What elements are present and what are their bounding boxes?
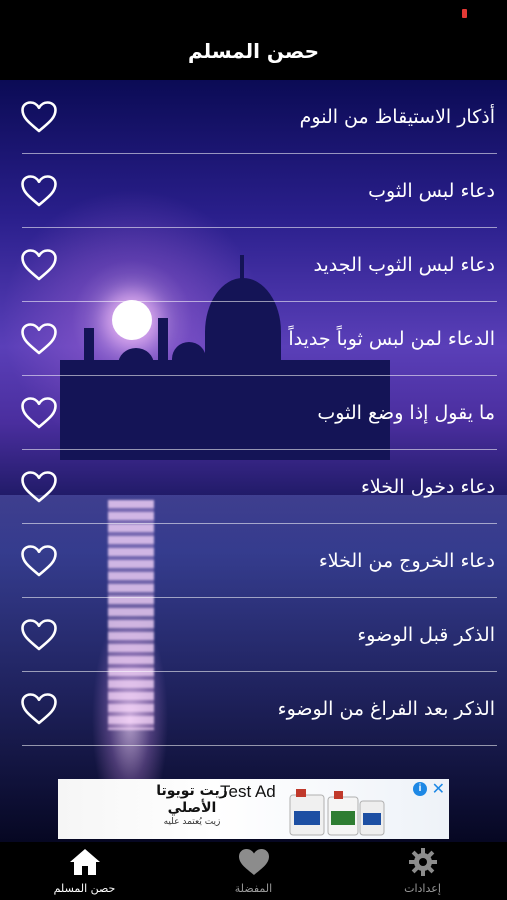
list-item-label: دعاء دخول الخلاء <box>360 476 495 498</box>
list-item-label: دعاء لبس الثوب <box>368 180 495 202</box>
ad-info-icon[interactable]: i <box>413 782 427 796</box>
content-area[interactable]: أذكار الاستيقاظ من النوم دعاء لبس الثوب دع… <box>0 80 507 842</box>
favorite-heart-icon[interactable] <box>20 618 58 652</box>
list-item[interactable]: دعاء لبس الثوب <box>0 154 507 228</box>
tab-home-label: حصن المسلم <box>53 882 116 895</box>
favorite-heart-icon[interactable] <box>20 100 58 134</box>
app-header: حصن المسلم <box>0 22 507 80</box>
ad-close-icon[interactable]: ✕ <box>432 779 445 799</box>
ad-banner[interactable]: زيت تويوتا الأصلي زيت يُعتمد عليه Test A… <box>58 779 449 839</box>
ad-label: Test Ad <box>220 782 276 801</box>
list-item[interactable]: الذكر قبل الوضوء <box>0 598 507 672</box>
ad-brand-line2: الأصلي <box>167 800 217 816</box>
list-item-label: الذكر بعد الفراغ من الوضوء <box>277 698 495 720</box>
favorite-heart-icon[interactable] <box>20 396 58 430</box>
page-title: حصن المسلم <box>187 39 320 63</box>
favorite-heart-icon[interactable] <box>20 470 58 504</box>
battery-icon <box>462 9 467 18</box>
gear-icon <box>408 848 437 876</box>
list-item[interactable]: أذكار الاستيقاظ من النوم <box>0 80 507 154</box>
favorite-heart-icon[interactable] <box>20 322 58 356</box>
heart-icon <box>238 849 269 875</box>
tab-settings[interactable]: إعدادات <box>338 842 507 900</box>
list-item-label: دعاء الخروج من الخلاء <box>318 550 495 572</box>
oil-bottles-image <box>289 789 385 836</box>
favorite-heart-icon[interactable] <box>20 544 58 578</box>
list-item-label: الدعاء لمن لبس ثوباً جديداً <box>288 328 495 350</box>
list-item-label: ما يقول إذا وضع الثوب <box>317 402 495 424</box>
favorite-heart-icon[interactable] <box>20 174 58 208</box>
tab-favorites[interactable]: المفضلة <box>169 842 338 900</box>
list-item[interactable]: دعاء دخول الخلاء <box>0 450 507 524</box>
list-item[interactable]: دعاء الخروج من الخلاء <box>0 524 507 598</box>
dua-list: أذكار الاستيقاظ من النوم دعاء لبس الثوب دع… <box>0 80 507 746</box>
favorite-heart-icon[interactable] <box>20 248 58 282</box>
list-item-label: أذكار الاستيقاظ من النوم <box>299 106 495 128</box>
list-item[interactable]: ما يقول إذا وضع الثوب <box>0 376 507 450</box>
list-item-label: دعاء لبس الثوب الجديد <box>313 254 495 276</box>
tab-bar: حصن المسلم المفضلة إعدادات <box>0 842 507 900</box>
list-item-label: الذكر قبل الوضوء <box>357 624 495 646</box>
favorite-heart-icon[interactable] <box>20 692 58 726</box>
list-item[interactable]: الذكر بعد الفراغ من الوضوء <box>0 672 507 746</box>
home-icon <box>69 849 100 875</box>
list-item[interactable]: دعاء لبس الثوب الجديد <box>0 228 507 302</box>
tab-home[interactable]: حصن المسلم <box>0 842 169 900</box>
status-bar <box>0 0 507 22</box>
ad-brand-line3: زيت يُعتمد عليه <box>163 817 221 827</box>
list-item[interactable]: الدعاء لمن لبس ثوباً جديداً <box>0 302 507 376</box>
tab-settings-label: إعدادات <box>404 882 441 895</box>
tab-favorites-label: المفضلة <box>234 882 273 895</box>
